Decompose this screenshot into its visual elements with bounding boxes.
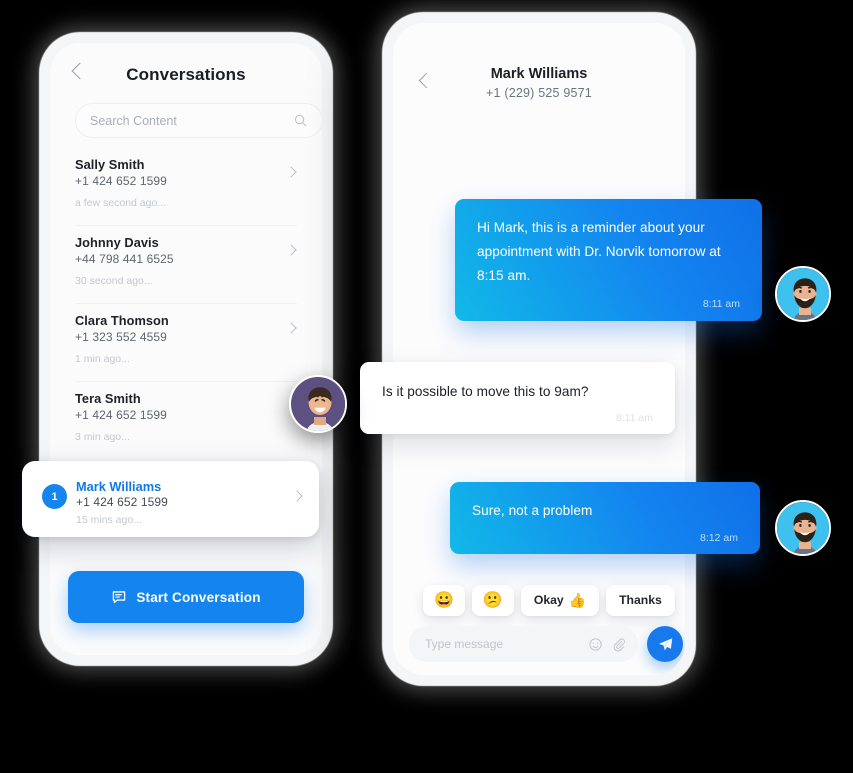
conversation-name: Sally Smith <box>75 157 145 172</box>
message-bubble-outgoing[interactable]: Hi Mark, this is a reminder about your a… <box>455 199 762 321</box>
avatar-bearded-man-image <box>777 268 829 320</box>
conversation-phone: +1 323 552 4559 <box>75 330 167 344</box>
paperclip-icon[interactable] <box>611 637 626 652</box>
page-title: Conversations <box>126 65 246 84</box>
chat-header: Mark Williams +1 (229) 525 9571 <box>393 23 685 113</box>
send-button[interactable] <box>647 626 683 662</box>
confused-face-emoji-icon: 😕 <box>482 592 503 609</box>
avatar <box>289 375 347 433</box>
chat-bubble-icon <box>113 591 126 604</box>
conversation-time: 1 min ago... <box>75 353 130 365</box>
left-phone-device: Conversations Sally Smith +1 424 65 <box>40 33 332 665</box>
quick-reply-thanks[interactable]: Thanks <box>606 584 675 616</box>
right-phone-device: Mark Williams +1 (229) 525 9571 😀 😕 Okay… <box>383 13 695 685</box>
message-bubble-outgoing[interactable]: Sure, not a problem 8:12 am <box>450 482 760 554</box>
send-paper-plane-icon <box>658 637 672 650</box>
start-conversation-button[interactable]: Start Conversation <box>68 571 304 623</box>
left-phone-screen-bezel: Conversations Sally Smith +1 424 65 <box>50 43 322 655</box>
chat-screen: Mark Williams +1 (229) 525 9571 😀 😕 Okay… <box>393 23 685 675</box>
status-badge: 1 <box>42 484 67 509</box>
composer-field[interactable] <box>409 626 638 662</box>
start-conversation-label: Start Conversation <box>136 589 261 605</box>
conversation-name: Clara Thomson <box>75 313 169 328</box>
right-phone-screen-bezel: Mark Williams +1 (229) 525 9571 😀 😕 Okay… <box>393 23 685 675</box>
conversation-time: 15 mins ago... <box>76 514 142 526</box>
message-time: 8:12 am <box>700 532 738 544</box>
quick-reply-row[interactable]: 😀 😕 Okay 👍 Thanks <box>393 583 685 617</box>
screenshot-stage: Conversations Sally Smith +1 424 65 <box>0 0 853 773</box>
message-text: Is it possible to move this to 9am? <box>382 384 589 399</box>
quick-reply-okay[interactable]: Okay 👍 <box>520 584 600 616</box>
list-item[interactable]: Sally Smith +1 424 652 1599 a few second… <box>75 148 297 226</box>
conversation-time: a few second ago... <box>75 197 167 209</box>
conversation-phone: +44 798 441 6525 <box>75 252 174 266</box>
conversation-time: 30 second ago... <box>75 275 153 287</box>
search-icon <box>294 114 307 127</box>
avatar <box>775 500 831 556</box>
smiley-icon[interactable] <box>588 637 603 652</box>
conversations-header: Conversations <box>50 43 322 105</box>
grinning-face-emoji-icon: 😀 <box>434 592 454 609</box>
message-time: 8:11 am <box>615 412 653 424</box>
search-container <box>75 103 322 138</box>
conversation-name: Johnny Davis <box>75 235 159 250</box>
message-text: Sure, not a problem <box>472 503 593 518</box>
list-item[interactable]: Tera Smith +1 424 652 1599 3 min ago... <box>75 382 297 460</box>
message-bubble-incoming[interactable]: Is it possible to move this to 9am? 8:11… <box>360 362 675 434</box>
conversations-screen: Conversations Sally Smith +1 424 65 <box>50 43 322 655</box>
quick-reply-grinning[interactable]: 😀 <box>423 584 465 616</box>
chevron-right-icon[interactable] <box>291 490 303 502</box>
quick-reply-confused[interactable]: 😕 <box>471 584 514 616</box>
contact-name: Mark Williams <box>490 66 588 82</box>
thumbs-up-emoji-icon: 👍 <box>568 591 587 608</box>
conversation-phone: +1 424 652 1599 <box>75 408 167 422</box>
list-item[interactable]: Clara Thomson +1 323 552 4559 1 min ago.… <box>75 304 297 382</box>
avatar-bearded-man-image <box>777 502 829 554</box>
quick-reply-thanks-label: Thanks <box>619 593 662 607</box>
search-input[interactable] <box>90 113 293 128</box>
quick-reply-okay-label: Okay <box>533 593 564 607</box>
message-composer <box>393 621 685 667</box>
conversation-phone: +1 424 652 1599 <box>75 174 167 188</box>
message-input[interactable] <box>425 637 580 651</box>
contact-phone: +1 (229) 525 9571 <box>486 86 592 100</box>
message-time: 8:11 am <box>702 298 740 310</box>
message-text: Hi Mark, this is a reminder about your a… <box>477 220 721 283</box>
avatar <box>775 266 831 322</box>
conversation-phone: +1 424 652 1599 <box>76 495 168 509</box>
conversation-time: 3 min ago... <box>75 431 130 443</box>
avatar-smiling-man-image <box>291 377 345 431</box>
list-item[interactable]: Johnny Davis +44 798 441 6525 30 second … <box>75 226 297 304</box>
conversation-name: Tera Smith <box>75 391 141 406</box>
highlighted-conversation-card[interactable]: 1 Mark Williams +1 424 652 1599 15 mins … <box>22 461 319 537</box>
conversation-name: Mark Williams <box>76 479 162 494</box>
search-box[interactable] <box>75 103 322 138</box>
conversations-footer: Start Conversation <box>50 563 322 655</box>
